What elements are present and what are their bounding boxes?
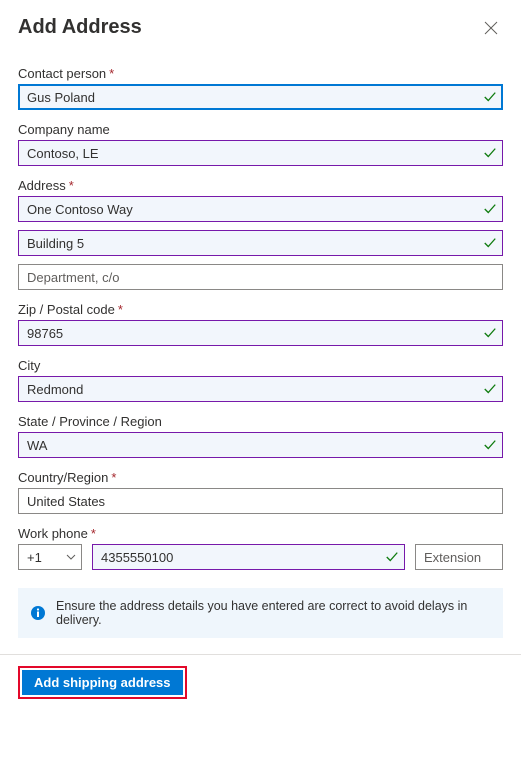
address-line1-input[interactable] [18,196,503,222]
city-label: City [18,358,503,373]
panel-header: Add Address [18,16,503,40]
country-label: Country/Region* [18,470,503,485]
info-text: Ensure the address details you have ente… [56,599,491,627]
panel-title: Add Address [18,16,142,39]
add-address-form: Add Address Contact person* Company name… [0,0,521,655]
address-label: Address* [18,178,503,193]
add-shipping-address-button[interactable]: Add shipping address [22,670,183,695]
company-name-input[interactable] [18,140,503,166]
required-marker: * [118,302,123,317]
address-line3-input[interactable] [18,264,503,290]
state-label: State / Province / Region [18,414,503,429]
phone-country-code-select[interactable] [18,544,82,570]
close-button[interactable] [479,16,503,40]
required-marker: * [111,470,116,485]
zip-input[interactable] [18,320,503,346]
info-icon [30,605,46,621]
required-marker: * [91,526,96,541]
required-marker: * [109,66,114,81]
city-input[interactable] [18,376,503,402]
required-marker: * [69,178,74,193]
info-banner: Ensure the address details you have ente… [18,588,503,638]
company-name-label: Company name [18,122,503,137]
panel-footer: Add shipping address [0,655,521,715]
contact-person-input[interactable] [18,84,503,110]
zip-label: Zip / Postal code* [18,302,503,317]
state-input[interactable] [18,432,503,458]
phone-label: Work phone* [18,526,503,541]
submit-highlight: Add shipping address [18,666,187,699]
close-icon [484,21,498,35]
phone-number-input[interactable] [92,544,405,570]
address-line2-input[interactable] [18,230,503,256]
country-input[interactable] [18,488,503,514]
contact-person-label: Contact person* [18,66,503,81]
phone-extension-input[interactable] [415,544,503,570]
